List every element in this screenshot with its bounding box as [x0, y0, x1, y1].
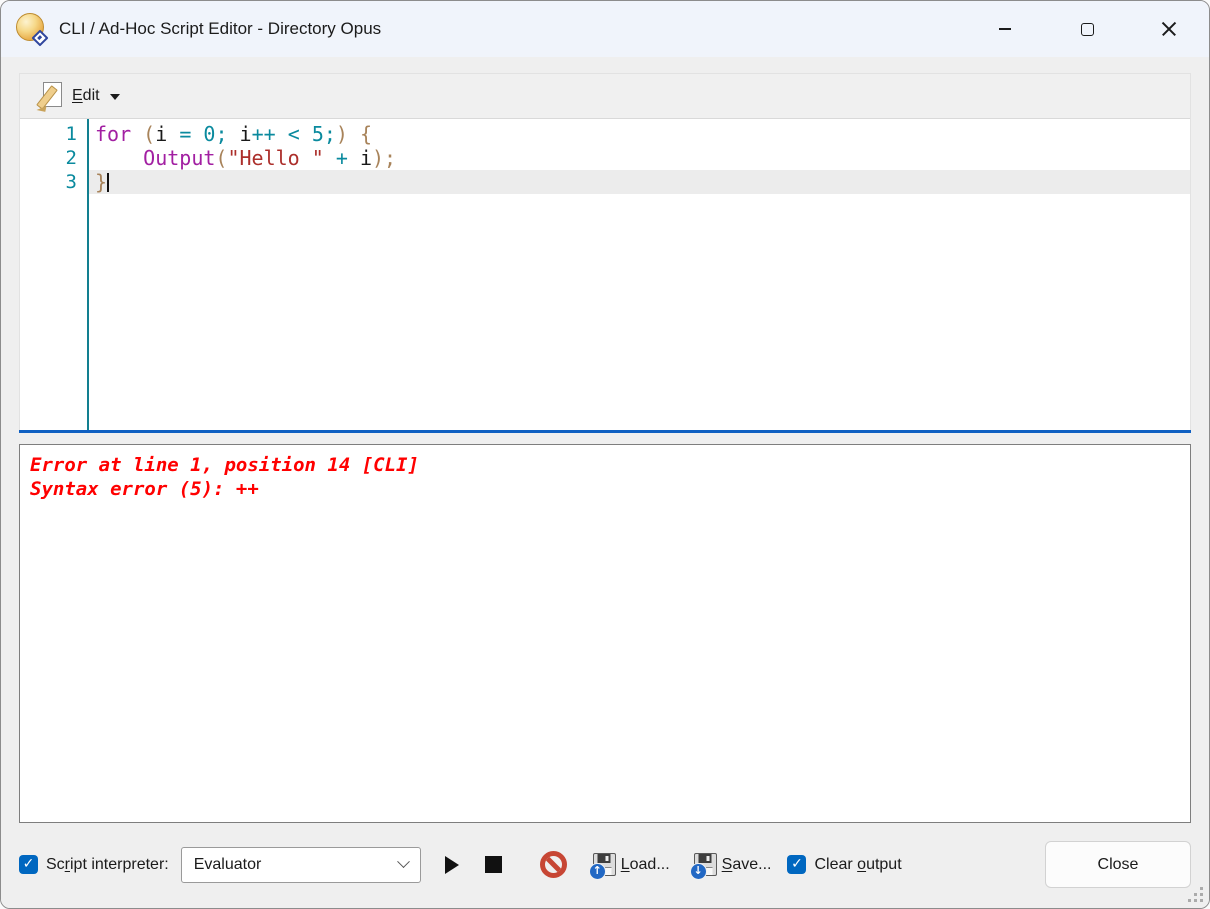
load-arrow-icon: ↑ — [589, 863, 606, 880]
code-area: for (i = 0; i++ < 5;) { Output("Hello " … — [89, 122, 1190, 430]
edit-pencil-icon — [36, 81, 64, 111]
interpreter-select[interactable]: Evaluator — [181, 847, 421, 883]
line-number: 1 — [20, 122, 77, 146]
stop-icon — [485, 856, 502, 873]
floppy-save-icon: ↓ — [694, 853, 717, 876]
close-button[interactable]: Close — [1045, 841, 1191, 888]
stop-script-button[interactable] — [479, 848, 509, 882]
footer-bar: ✓ Script interpreter: Evaluator ↑ — [19, 841, 1191, 888]
code-line: } — [89, 170, 1190, 194]
line-number: 2 — [20, 146, 77, 170]
close-icon — [1161, 21, 1177, 37]
edit-menu-label: Edit — [72, 87, 100, 105]
prohibition-icon — [540, 851, 567, 878]
save-arrow-icon: ↓ — [690, 863, 707, 880]
minimize-button[interactable] — [982, 1, 1028, 57]
resize-grip[interactable] — [1188, 887, 1204, 903]
script-interpreter-label: Script interpreter: — [46, 856, 169, 874]
clear-output-toggle[interactable]: ✓ Clear output — [787, 855, 901, 874]
code-line: Output("Hello " + i); — [89, 146, 1190, 170]
script-interpreter-toggle[interactable]: ✓ Script interpreter: — [19, 855, 169, 874]
window-title: CLI / Ad-Hoc Script Editor - Directory O… — [59, 19, 381, 39]
text-caret — [107, 173, 109, 192]
clear-output-label: Clear output — [814, 856, 901, 874]
chevron-down-icon — [397, 855, 410, 868]
code-editor[interactable]: 123 for (i = 0; i++ < 5;) { Output("Hell… — [20, 119, 1190, 430]
line-number-gutter: 123 — [20, 122, 87, 430]
dialog-body: Edit 123 for (i = 0; i++ < 5;) { Output(… — [1, 57, 1209, 908]
maximize-icon — [1081, 23, 1094, 36]
load-button[interactable]: ↑ Load... — [593, 853, 670, 876]
floppy-load-icon: ↑ — [593, 853, 616, 876]
editor-toolbar: Edit — [20, 74, 1190, 119]
run-script-button[interactable] — [437, 848, 467, 882]
close-window-button[interactable] — [1146, 1, 1192, 57]
load-button-label: Load... — [621, 856, 670, 874]
play-icon — [445, 856, 459, 874]
editor-focus-underline — [19, 430, 1191, 433]
edit-menu-button[interactable]: Edit — [28, 77, 128, 115]
titlebar[interactable]: CLI / Ad-Hoc Script Editor - Directory O… — [1, 1, 1209, 57]
code-line: for (i = 0; i++ < 5;) { — [89, 122, 1190, 146]
maximize-button[interactable] — [1064, 1, 1110, 57]
error-line-1: Error at line 1, position 14 [CLI] — [30, 453, 1180, 477]
check-icon: ✓ — [23, 856, 35, 872]
check-icon: ✓ — [791, 856, 803, 872]
minimize-icon — [999, 28, 1011, 30]
script-interpreter-checkbox[interactable]: ✓ — [19, 855, 38, 874]
clear-output-checkbox[interactable]: ✓ — [787, 855, 806, 874]
interpreter-selected-value: Evaluator — [194, 856, 262, 874]
dialog-window: CLI / Ad-Hoc Script Editor - Directory O… — [0, 0, 1210, 909]
directory-opus-app-icon — [15, 12, 49, 46]
save-button[interactable]: ↓ Save... — [694, 853, 772, 876]
output-panel[interactable]: Error at line 1, position 14 [CLI] Synta… — [19, 444, 1191, 823]
window-controls — [946, 1, 1209, 57]
dropdown-caret-icon — [110, 94, 120, 100]
line-number: 3 — [20, 170, 77, 194]
script-editor-frame: Edit 123 for (i = 0; i++ < 5;) { Output(… — [19, 73, 1191, 433]
error-line-2: Syntax error (5): ++ — [30, 477, 1180, 501]
save-button-label: Save... — [722, 856, 772, 874]
abort-button[interactable] — [539, 848, 569, 882]
